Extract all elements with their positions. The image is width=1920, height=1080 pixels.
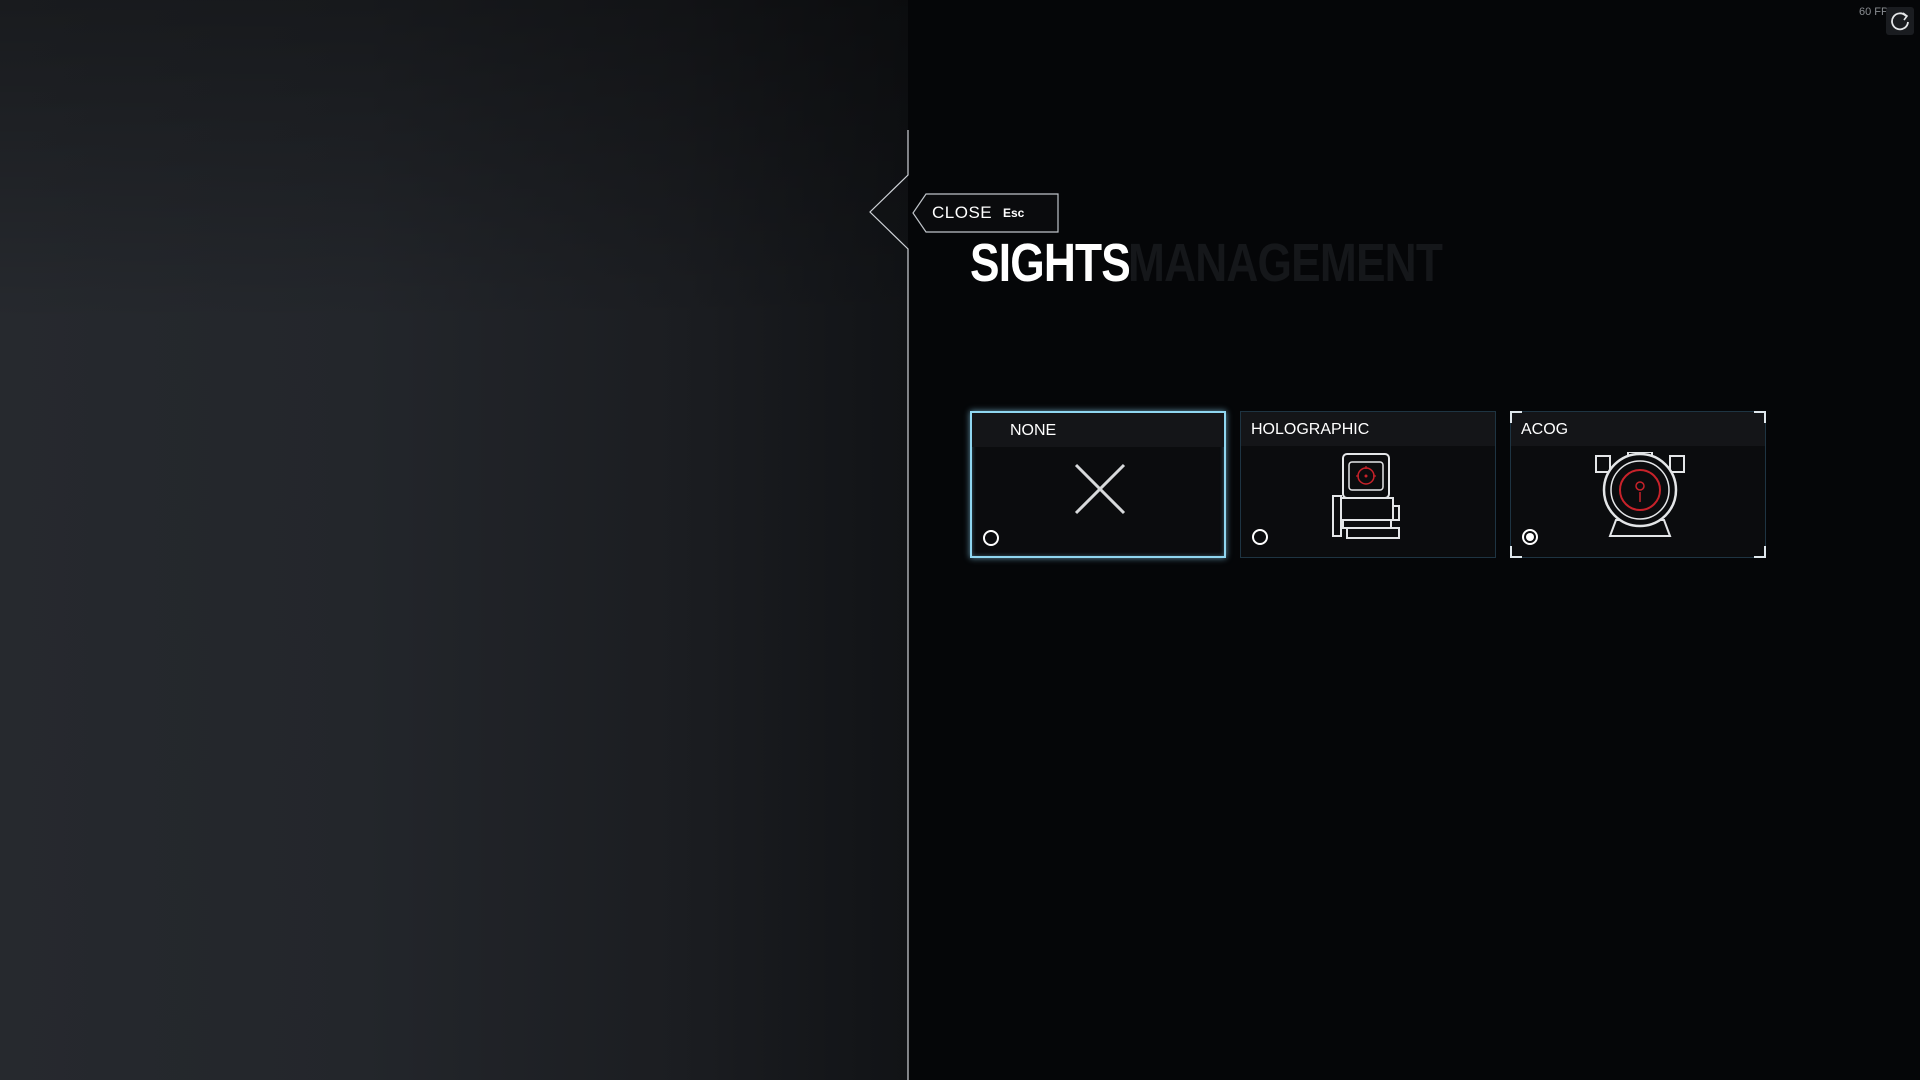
close-button[interactable]: CLOSE Esc bbox=[912, 193, 1059, 233]
selection-corner-bracket bbox=[1510, 411, 1522, 423]
sight-radio-button[interactable] bbox=[1522, 529, 1538, 545]
selection-corner-bracket bbox=[1754, 411, 1766, 423]
background-title: MANAGEMENT bbox=[1128, 233, 1443, 293]
sight-radio-button[interactable] bbox=[1252, 529, 1268, 545]
refresh-button[interactable] bbox=[1886, 7, 1914, 35]
loadout-screen: CLOSE Esc MANAGEMENT SIGHTS NONE HOLOGRA… bbox=[0, 0, 1920, 1080]
left-background-panel bbox=[0, 0, 908, 1080]
page-title: SIGHTS bbox=[970, 233, 1131, 293]
panel-divider-arrow bbox=[869, 130, 909, 1080]
close-button-label: CLOSE bbox=[932, 203, 993, 222]
sight-option-none[interactable]: NONE bbox=[970, 411, 1226, 558]
none-x-icon bbox=[1074, 463, 1126, 515]
sight-option-label: NONE bbox=[1010, 422, 1057, 439]
sight-option-holographic[interactable]: HOLOGRAPHIC bbox=[1240, 411, 1496, 558]
refresh-icon bbox=[1891, 12, 1909, 31]
holographic-sight-icon bbox=[1332, 453, 1400, 539]
sight-option-acog[interactable]: ACOG bbox=[1510, 411, 1766, 558]
sight-option-label: ACOG bbox=[1521, 421, 1569, 438]
acog-scope-icon bbox=[1595, 452, 1685, 537]
sight-option-label: HOLOGRAPHIC bbox=[1251, 421, 1370, 438]
selection-corner-bracket bbox=[1754, 546, 1766, 558]
selection-corner-bracket bbox=[1510, 546, 1522, 558]
close-hotkey-label: Esc bbox=[1003, 206, 1025, 220]
sight-radio-button[interactable] bbox=[983, 530, 999, 546]
